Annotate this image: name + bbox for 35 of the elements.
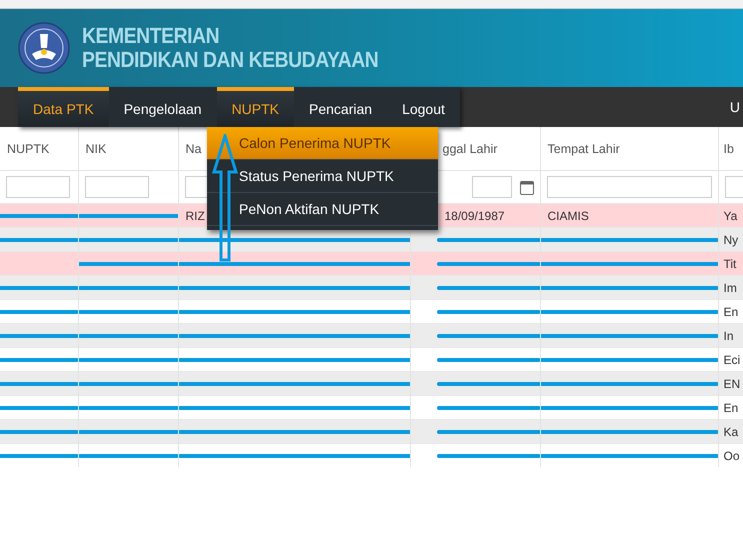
nav-tab[interactable]: Data PTK [18, 87, 109, 127]
table-cell: Eci [724, 352, 740, 366]
column-header: NIK [78, 127, 178, 170]
table-cell: RIZ [186, 208, 205, 222]
nav-tab[interactable]: Pengelolaan [108, 87, 217, 127]
table-cell: Tit [724, 256, 736, 270]
table-cell: En [724, 304, 738, 318]
calendar-icon[interactable] [520, 179, 534, 195]
table-cell: In [724, 328, 734, 342]
table-cell: 18/09/1987 [444, 208, 505, 222]
filter-field[interactable] [6, 176, 70, 198]
emblem-logo [18, 22, 70, 74]
nav-tab[interactable]: NUPTK [216, 87, 294, 127]
user-label: U [730, 99, 740, 115]
site-title: PENDIDIKAN DAN KEBUDAYAAN [82, 48, 378, 72]
table-cell: Oo [724, 448, 740, 462]
site-title: KEMENTERIAN [82, 24, 220, 48]
filter-field[interactable] [84, 176, 148, 198]
column-header: Tempat Lahir [540, 127, 718, 170]
filter-field[interactable] [546, 176, 712, 198]
table-cell: CIAMIS [548, 208, 589, 222]
table-cell: Ny [724, 232, 738, 246]
table-cell: En [724, 400, 738, 414]
table-cell: Im [724, 280, 737, 294]
menu-item[interactable]: Status Penerima NUPTK [207, 160, 438, 193]
nav-tab[interactable]: Pencarian [294, 87, 388, 127]
table-cell: EN [724, 376, 740, 390]
filter-field[interactable] [472, 176, 512, 198]
menu-item[interactable]: PeNon Aktifan NUPTK [207, 193, 438, 226]
column-header: Ib [718, 127, 743, 170]
nav-tab[interactable]: Logout [387, 87, 460, 127]
menu-item[interactable]: Calon Penerima NUPTK [207, 127, 438, 160]
table-cell: Ya [724, 208, 738, 222]
table-cell: Ka [724, 424, 738, 438]
column-header: NUPTK [0, 127, 78, 170]
